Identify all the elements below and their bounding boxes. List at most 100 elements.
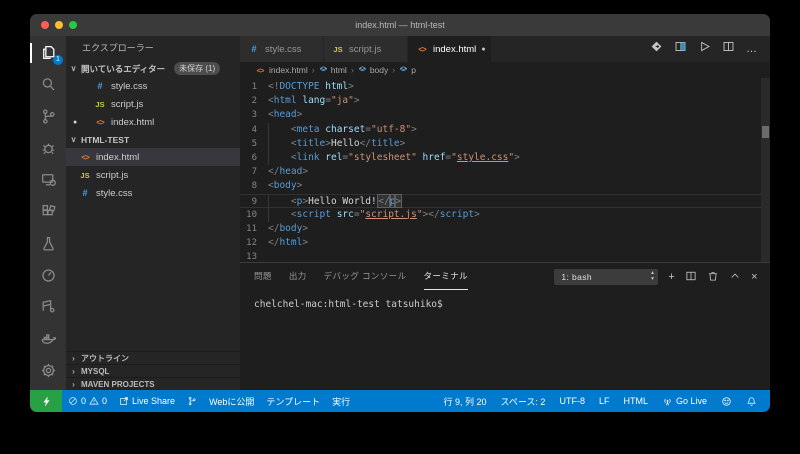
debug-icon[interactable] [35, 138, 61, 158]
eol-label: LF [599, 396, 610, 406]
code-area[interactable]: 1<!DOCTYPE html>2<html lang="ja">3<head>… [240, 78, 770, 262]
template-button[interactable]: テンプレート [260, 390, 326, 412]
status-bar: 0 0 Live Share Webに公開 テンプレート 実行 [30, 390, 770, 412]
file-label: script.js [111, 99, 143, 110]
open-editor-script-js[interactable]: JS script.js [66, 95, 240, 113]
session-branch-icon[interactable] [181, 390, 203, 412]
new-terminal-icon[interactable]: + [668, 271, 675, 283]
docker-icon[interactable] [35, 329, 61, 349]
problems-status[interactable]: 0 0 [62, 390, 113, 412]
split-editor-icon[interactable] [722, 40, 735, 58]
editor-scrollbar[interactable] [761, 78, 770, 262]
remote-explorer-icon[interactable] [35, 170, 61, 190]
folder-header[interactable]: ∨ HTML-TEST [66, 131, 240, 148]
section-label: MYSQL [81, 367, 109, 376]
open-preview-icon[interactable] [674, 40, 687, 58]
code-line[interactable]: 6 <link rel="stylesheet" href="style.css… [240, 151, 770, 165]
maximize-panel-icon[interactable] [729, 270, 741, 284]
tree-item-style-css[interactable]: # style.css [66, 184, 240, 202]
line-number: 4 [240, 123, 268, 137]
line-number: 1 [240, 80, 268, 94]
tab-output[interactable]: 出力 [289, 263, 307, 290]
live-preview-diamond-icon[interactable] [650, 40, 663, 58]
encoding-setting[interactable]: UTF-8 [552, 390, 592, 412]
split-terminal-icon[interactable] [685, 270, 697, 284]
minimize-window-button[interactable] [55, 21, 63, 29]
source-control-icon[interactable] [35, 106, 61, 126]
code-line[interactable]: 9 <p>Hello World!</p> [240, 194, 770, 208]
title-bar[interactable]: index.html — html-test [30, 14, 770, 36]
chevron-right-icon: › [69, 354, 78, 363]
feedback-smiley-icon[interactable] [714, 390, 739, 412]
tab-index-html[interactable]: <> index.html ● [408, 36, 492, 62]
code-line[interactable]: 3<head> [240, 108, 770, 122]
code-line[interactable]: 13 [240, 250, 770, 262]
explorer-icon[interactable]: 1 [35, 43, 61, 63]
file-label: index.html [111, 117, 154, 128]
code-line[interactable]: 7</head> [240, 165, 770, 179]
indentation-setting[interactable]: スペース: 2 [494, 390, 553, 412]
test-beaker-icon[interactable] [35, 233, 61, 253]
breadcrumb-html[interactable]: html [331, 65, 347, 75]
screen: index.html — html-test 1 [0, 0, 800, 454]
code-line[interactable]: 12</html> [240, 236, 770, 250]
open-editors-header[interactable]: ∨ 開いているエディター 未保存 (1) [66, 60, 240, 77]
code-line[interactable]: 5 <title>Hello</title> [240, 137, 770, 151]
zoom-window-button[interactable] [69, 21, 77, 29]
settings-gear-icon[interactable] [35, 360, 61, 380]
modified-dot-icon: ● [73, 119, 77, 126]
go-live-button[interactable]: Go Live [655, 390, 714, 412]
js-file-icon: JS [94, 100, 106, 109]
code-line[interactable]: 1<!DOCTYPE html> [240, 80, 770, 94]
terminal-output[interactable]: chelchel-mac:html-test tatsuhiko$ [240, 290, 770, 390]
close-panel-icon[interactable]: × [751, 271, 758, 283]
feed-icon[interactable] [35, 297, 61, 317]
close-window-button[interactable] [41, 21, 49, 29]
tab-script-js[interactable]: JS script.js [324, 36, 408, 62]
code-line[interactable]: 4 <meta charset="utf-8"> [240, 123, 770, 137]
eol-setting[interactable]: LF [592, 390, 617, 412]
breadcrumb-p[interactable]: p [411, 65, 416, 75]
code-line[interactable]: 2<html lang="ja"> [240, 94, 770, 108]
terminal-shell-select[interactable]: 1: bash ▴▾ [554, 269, 658, 285]
mysql-section[interactable]: › MYSQL [66, 364, 240, 377]
chevron-down-icon: ∨ [69, 135, 78, 144]
tab-terminal[interactable]: ターミナル [424, 263, 469, 290]
notifications-bell-icon[interactable] [739, 390, 764, 412]
extensions-icon[interactable] [35, 202, 61, 222]
code-line[interactable]: 8<body> [240, 179, 770, 193]
terminal-prompt: chelchel-mac:html-test tatsuhiko$ [254, 299, 443, 310]
panel-actions: 1: bash ▴▾ + [554, 269, 770, 285]
code-line[interactable]: 11</body> [240, 222, 770, 236]
live-share-button[interactable]: Live Share [113, 390, 181, 412]
remote-indicator[interactable] [30, 390, 62, 412]
code-line[interactable]: 10 <script src="script.js"></script> [240, 208, 770, 222]
open-editor-style-css[interactable]: # style.css [66, 77, 240, 95]
publish-web-button[interactable]: Webに公開 [203, 390, 260, 412]
kill-terminal-trash-icon[interactable] [707, 270, 719, 284]
search-icon[interactable] [35, 75, 61, 95]
breadcrumb-body[interactable]: body [370, 65, 388, 75]
tree-item-index-html[interactable]: <> index.html [66, 148, 240, 166]
tab-debug-console[interactable]: デバッグ コンソール [324, 263, 407, 290]
breadcrumbs[interactable]: <> index.html › html › body › [240, 62, 770, 78]
breadcrumb-file[interactable]: index.html [269, 65, 308, 75]
tab-problems[interactable]: 問題 [254, 263, 272, 290]
tree-item-script-js[interactable]: JS script.js [66, 166, 240, 184]
clock-icon[interactable] [35, 265, 61, 285]
file-label: script.js [96, 170, 128, 181]
line-number: 9 [240, 195, 268, 207]
panel-tab-bar: 問題 出力 デバッグ コンソール ターミナル 1: bash ▴▾ + [240, 263, 770, 290]
file-label: style.css [111, 81, 147, 92]
maven-projects-section[interactable]: › MAVEN PROJECTS [66, 377, 240, 390]
cursor-position[interactable]: 行 9, 列 20 [436, 390, 493, 412]
language-mode[interactable]: HTML [616, 390, 655, 412]
open-editor-index-html[interactable]: ● <> index.html [66, 113, 240, 131]
tab-label: script.js [349, 44, 381, 55]
more-actions-icon[interactable]: … [746, 43, 758, 55]
run-icon[interactable] [698, 40, 711, 58]
tab-style-css[interactable]: # style.css [240, 36, 324, 62]
run-button[interactable]: 実行 [326, 390, 356, 412]
outline-section[interactable]: › アウトライン [66, 351, 240, 364]
line-number: 2 [240, 94, 268, 108]
